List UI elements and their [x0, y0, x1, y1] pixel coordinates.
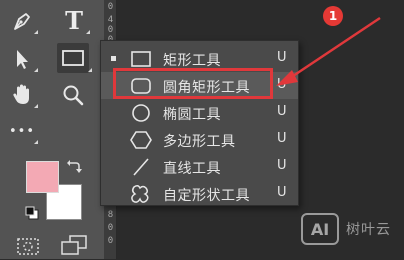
watermark-text: 树叶云 [346, 222, 391, 238]
watermark: AI 树叶云 [301, 213, 391, 245]
step-number-badge: 1 [323, 6, 343, 26]
watermark-logo: AI [301, 213, 339, 245]
